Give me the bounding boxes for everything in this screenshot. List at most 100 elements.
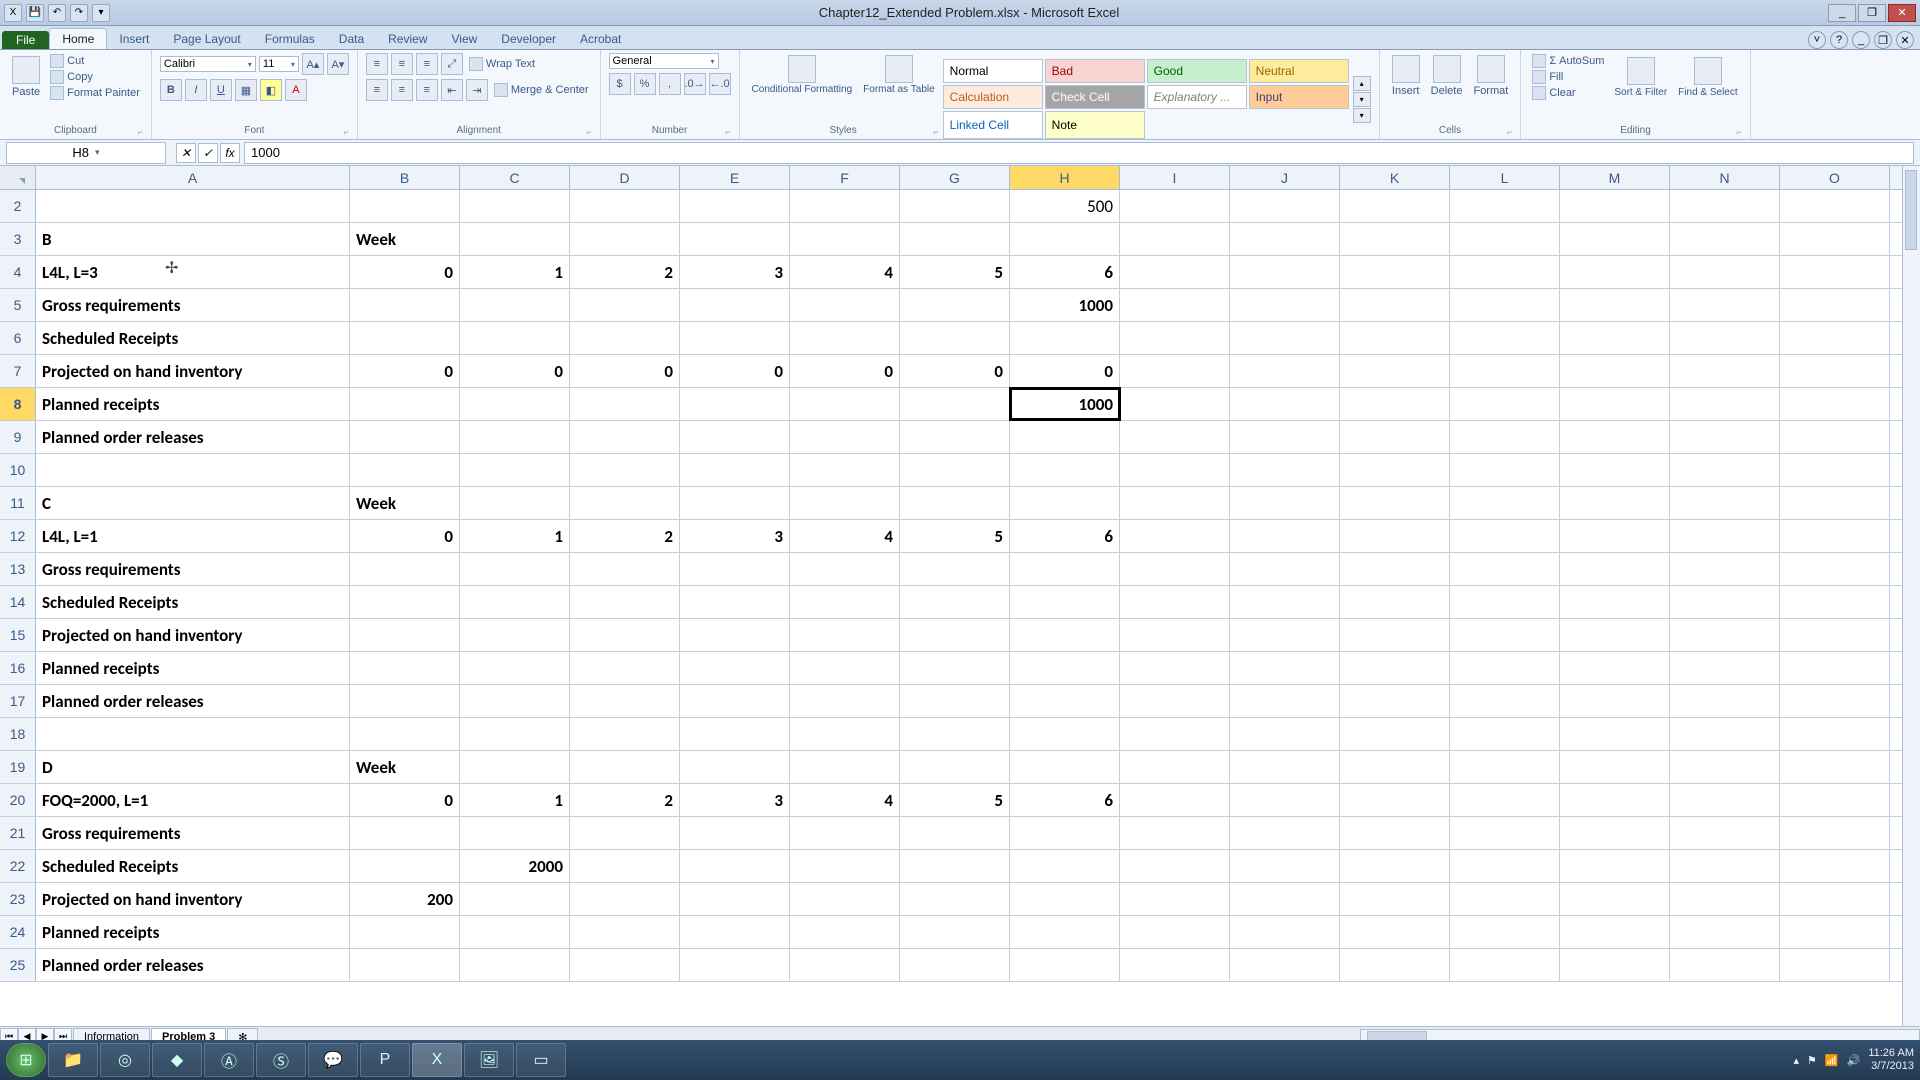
cell-C19[interactable]: [460, 751, 570, 783]
cell-L3[interactable]: [1450, 223, 1560, 255]
cell-L16[interactable]: [1450, 652, 1560, 684]
cell-H9[interactable]: [1010, 421, 1120, 453]
cell-E7[interactable]: 0: [680, 355, 790, 387]
clear-button[interactable]: Clear: [1529, 85, 1607, 101]
window-restore-icon[interactable]: ❐: [1874, 31, 1892, 49]
cell-D19[interactable]: [570, 751, 680, 783]
cell-M3[interactable]: [1560, 223, 1670, 255]
comma-icon[interactable]: ,: [659, 73, 681, 95]
tab-file[interactable]: File: [2, 31, 49, 49]
cell-N23[interactable]: [1670, 883, 1780, 915]
find-select-button[interactable]: Find & Select: [1674, 55, 1741, 100]
style-neutral[interactable]: Neutral: [1249, 59, 1349, 83]
cell-A4[interactable]: L4L, L=3: [36, 256, 350, 288]
cell-L14[interactable]: [1450, 586, 1560, 618]
cell-B8[interactable]: [350, 388, 460, 420]
cell-F24[interactable]: [790, 916, 900, 948]
tray-volume-icon[interactable]: 🔊: [1847, 1054, 1861, 1067]
cell-I7[interactable]: [1120, 355, 1230, 387]
taskbar-app2-icon[interactable]: Ⓐ: [204, 1043, 254, 1077]
cell-E18[interactable]: [680, 718, 790, 750]
cell-N12[interactable]: [1670, 520, 1780, 552]
cell-C10[interactable]: [460, 454, 570, 486]
cell-K11[interactable]: [1340, 487, 1450, 519]
cell-C21[interactable]: [460, 817, 570, 849]
cell-B6[interactable]: [350, 322, 460, 354]
cell-M15[interactable]: [1560, 619, 1670, 651]
cell-B25[interactable]: [350, 949, 460, 981]
cell-L7[interactable]: [1450, 355, 1560, 387]
cell-H13[interactable]: [1010, 553, 1120, 585]
cell-A25[interactable]: Planned order releases: [36, 949, 350, 981]
cell-B7[interactable]: 0: [350, 355, 460, 387]
cell-B4[interactable]: 0: [350, 256, 460, 288]
cell-L4[interactable]: [1450, 256, 1560, 288]
cell-I3[interactable]: [1120, 223, 1230, 255]
cell-M5[interactable]: [1560, 289, 1670, 321]
cell-F4[interactable]: 4: [790, 256, 900, 288]
row-header-24[interactable]: 24: [0, 916, 36, 948]
cell-E14[interactable]: [680, 586, 790, 618]
cell-K13[interactable]: [1340, 553, 1450, 585]
cell-K24[interactable]: [1340, 916, 1450, 948]
row-header-18[interactable]: 18: [0, 718, 36, 750]
cell-A16[interactable]: Planned receipts: [36, 652, 350, 684]
cell-H8[interactable]: 1000: [1010, 388, 1120, 420]
cell-J23[interactable]: [1230, 883, 1340, 915]
column-header-A[interactable]: A: [36, 166, 350, 189]
maximize-button[interactable]: ❐: [1858, 4, 1886, 22]
font-size-select[interactable]: 11: [259, 56, 299, 72]
cell-A15[interactable]: Projected on hand inventory: [36, 619, 350, 651]
vertical-scrollbar[interactable]: [1902, 166, 1920, 1026]
cell-H17[interactable]: [1010, 685, 1120, 717]
cell-A20[interactable]: FOQ=2000, L=1: [36, 784, 350, 816]
cell-N4[interactable]: [1670, 256, 1780, 288]
tray-up-icon[interactable]: ▴: [1794, 1054, 1800, 1067]
cell-C13[interactable]: [460, 553, 570, 585]
cell-A8[interactable]: Planned receipts: [36, 388, 350, 420]
cell-N7[interactable]: [1670, 355, 1780, 387]
cell-O6[interactable]: [1780, 322, 1890, 354]
cell-L23[interactable]: [1450, 883, 1560, 915]
decrease-font-icon[interactable]: A▾: [327, 53, 349, 75]
format-cells-button[interactable]: Format: [1469, 53, 1512, 99]
row-header-25[interactable]: 25: [0, 949, 36, 981]
cell-C25[interactable]: [460, 949, 570, 981]
cell-E12[interactable]: 3: [680, 520, 790, 552]
row-header-23[interactable]: 23: [0, 883, 36, 915]
cell-J6[interactable]: [1230, 322, 1340, 354]
italic-button[interactable]: I: [185, 79, 207, 101]
align-bottom-icon[interactable]: ≡: [416, 53, 438, 75]
taskbar-chrome-icon[interactable]: ◎: [100, 1043, 150, 1077]
row-header-16[interactable]: 16: [0, 652, 36, 684]
row-header-9[interactable]: 9: [0, 421, 36, 453]
cell-I13[interactable]: [1120, 553, 1230, 585]
row-header-7[interactable]: 7: [0, 355, 36, 387]
cell-F9[interactable]: [790, 421, 900, 453]
cell-D9[interactable]: [570, 421, 680, 453]
cell-J24[interactable]: [1230, 916, 1340, 948]
decrease-indent-icon[interactable]: ⇤: [441, 79, 463, 101]
cell-H14[interactable]: [1010, 586, 1120, 618]
cell-F25[interactable]: [790, 949, 900, 981]
cell-L12[interactable]: [1450, 520, 1560, 552]
cell-F13[interactable]: [790, 553, 900, 585]
cell-C15[interactable]: [460, 619, 570, 651]
cell-I8[interactable]: [1120, 388, 1230, 420]
cell-O5[interactable]: [1780, 289, 1890, 321]
enter-formula-icon[interactable]: ✓: [198, 143, 218, 163]
row-header-20[interactable]: 20: [0, 784, 36, 816]
cell-M12[interactable]: [1560, 520, 1670, 552]
cell-C22[interactable]: 2000: [460, 850, 570, 882]
cell-H2[interactable]: 500: [1010, 190, 1120, 222]
redo-icon[interactable]: ↷: [70, 4, 88, 22]
cell-C23[interactable]: [460, 883, 570, 915]
cell-G23[interactable]: [900, 883, 1010, 915]
cell-A14[interactable]: Scheduled Receipts: [36, 586, 350, 618]
cell-H7[interactable]: 0: [1010, 355, 1120, 387]
conditional-formatting-button[interactable]: Conditional Formatting: [748, 53, 857, 97]
cell-N6[interactable]: [1670, 322, 1780, 354]
cell-N13[interactable]: [1670, 553, 1780, 585]
cell-M25[interactable]: [1560, 949, 1670, 981]
cell-G17[interactable]: [900, 685, 1010, 717]
